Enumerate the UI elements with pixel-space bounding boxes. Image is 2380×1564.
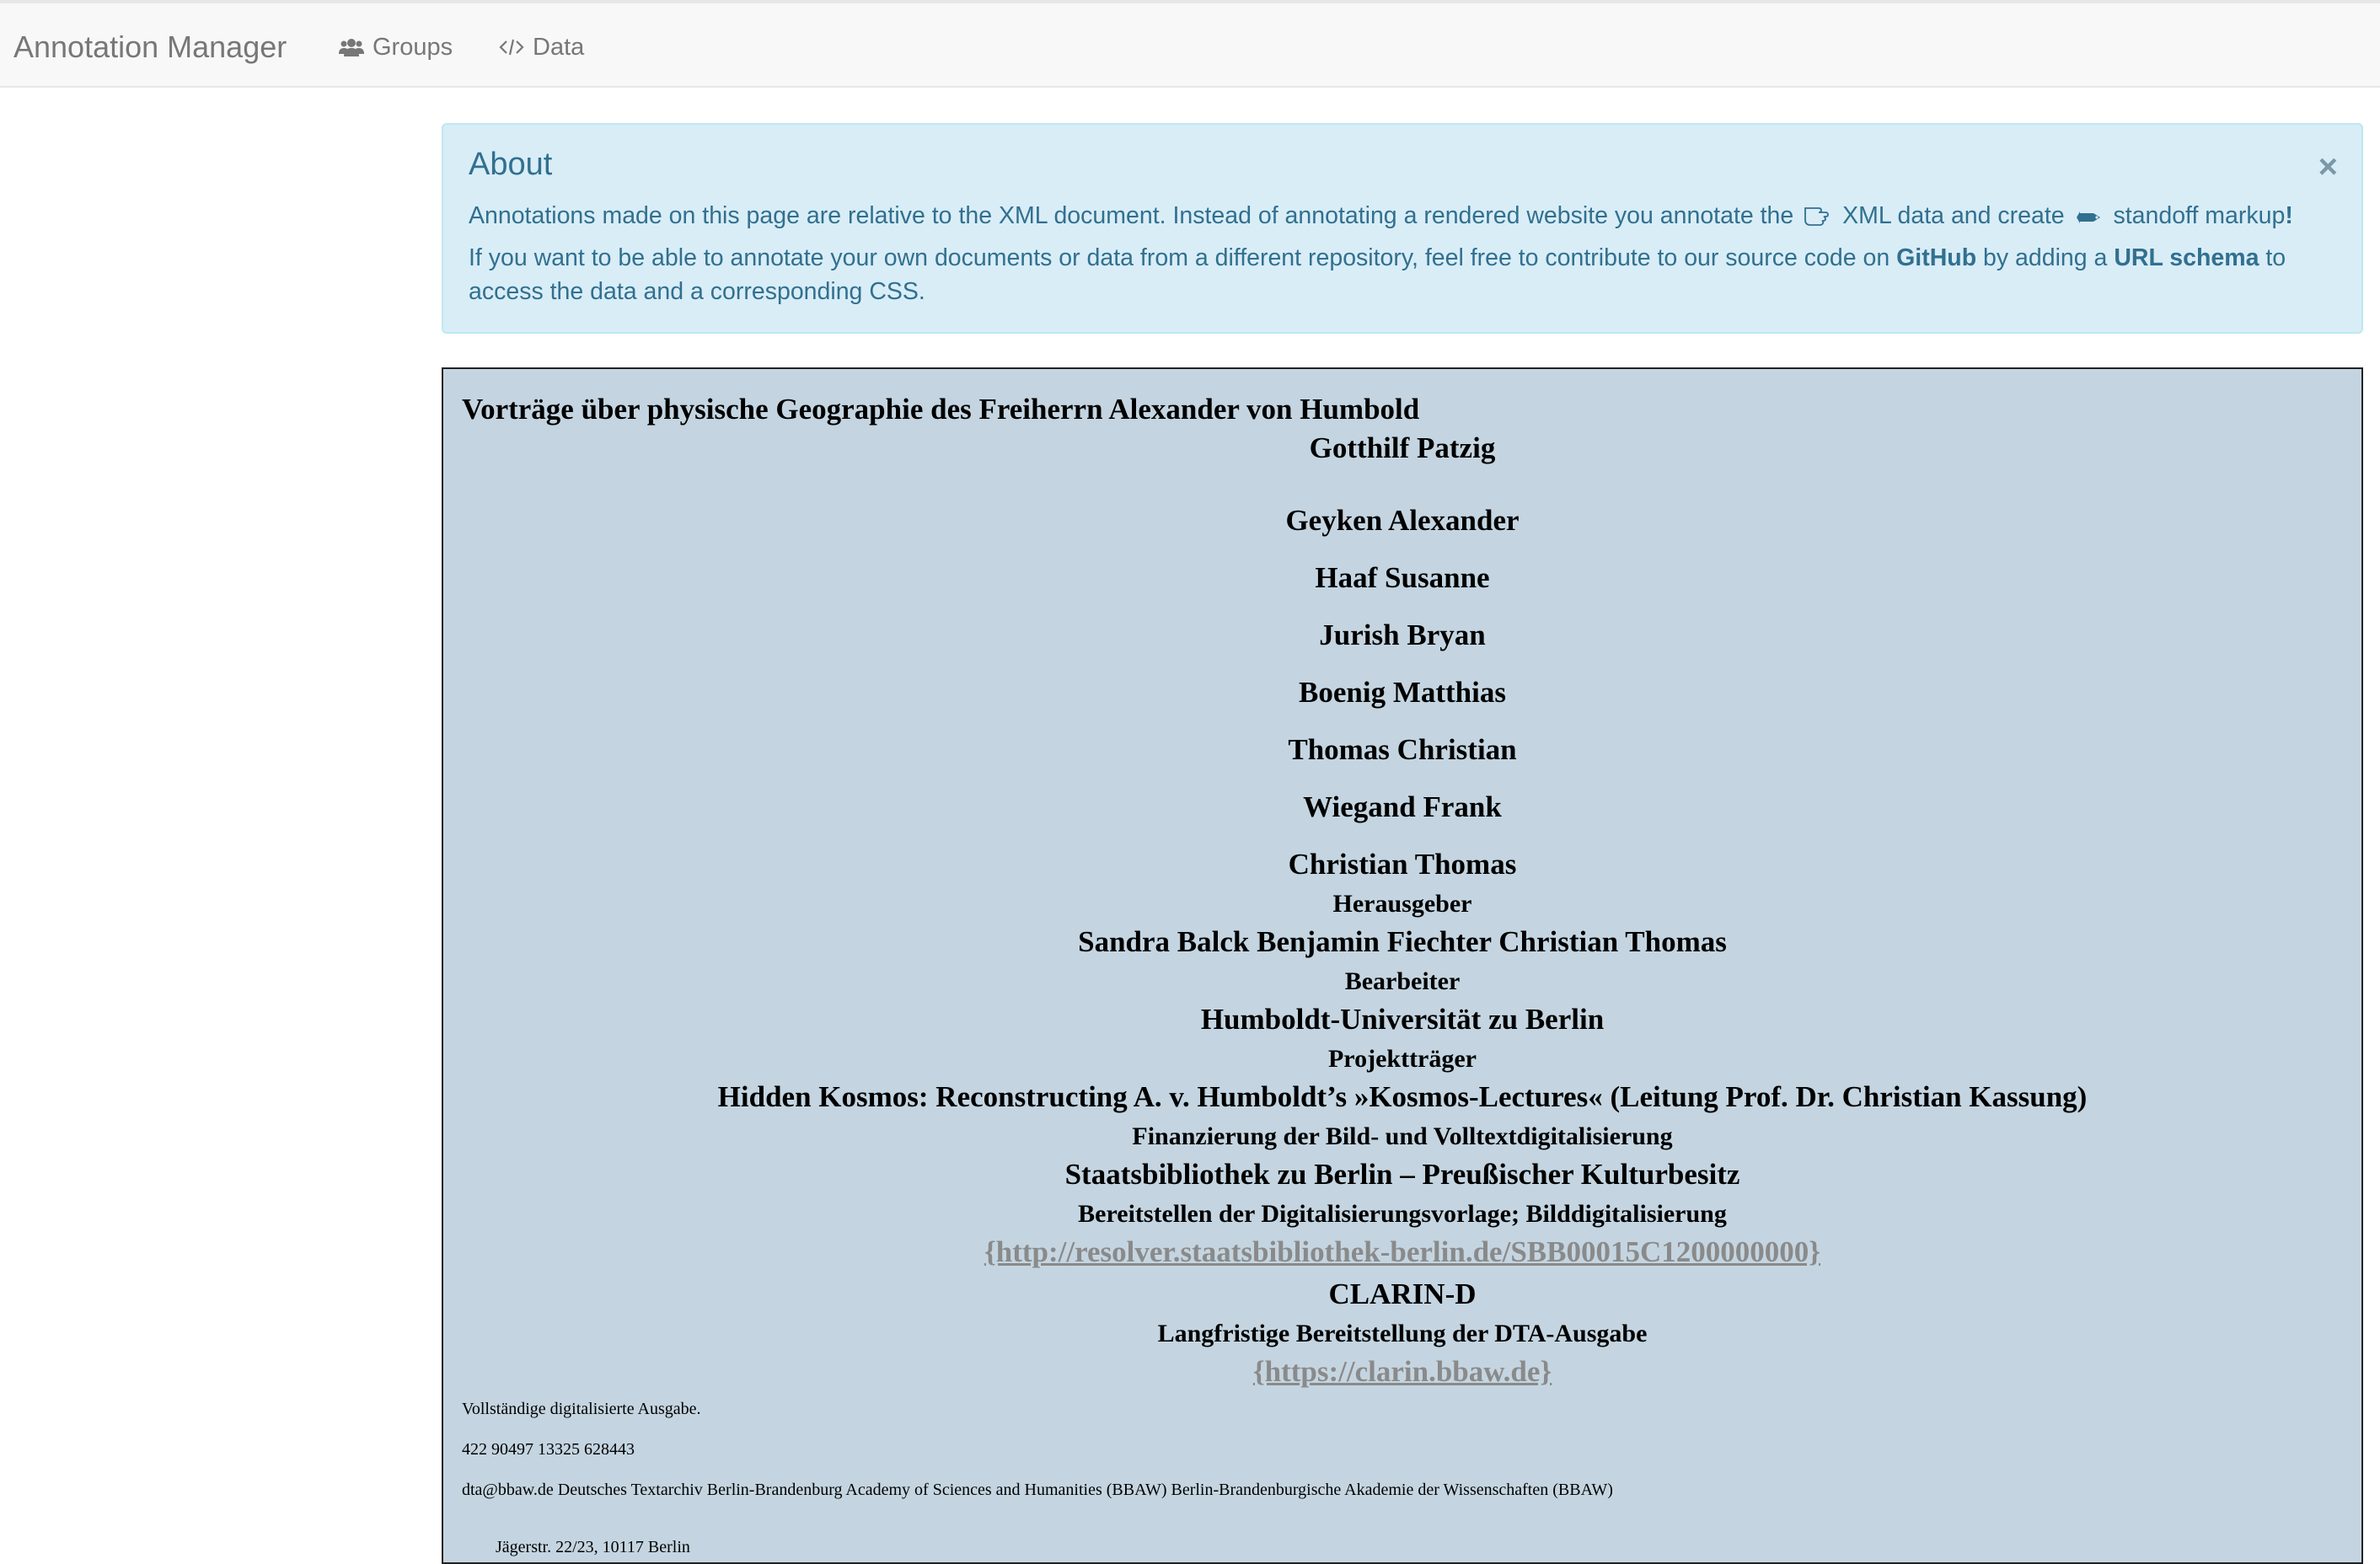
role-label: Projektträger — [1327, 1045, 1477, 1073]
nav-data-label: Data — [533, 34, 585, 61]
editor-name: Jurish Bryan — [1319, 619, 1486, 651]
pen-nib-icon — [2075, 202, 2104, 236]
document-author: Gotthilf Patzig — [1309, 431, 1496, 464]
about-p1-text1: Annotations made on this page are relati… — [469, 202, 1794, 229]
resolver-link-text[interactable]: {http://resolver.staatsbibliothek-berlin… — [984, 1235, 1820, 1268]
document-title: Vorträge über physische Geographie des F… — [462, 393, 1420, 426]
nav-data[interactable]: Data — [499, 29, 584, 66]
clarin-link-text[interactable]: {https://clarin.bbaw.de} — [1253, 1355, 1552, 1388]
about-paragraph-2: If you want to be able to annotate your … — [469, 241, 2328, 308]
project-name: Hidden Kosmos: Reconstructing A. v. Humb… — [717, 1080, 2088, 1113]
editor-name: Boenig Matthias — [1299, 676, 1506, 709]
about-p2-text1: If you want to be able to annotate your … — [469, 244, 1890, 271]
hand-point-icon — [1804, 202, 1832, 236]
role-label: Finanzierung der Bild- und Volltextdigit… — [1132, 1122, 1673, 1150]
users-icon — [339, 36, 364, 58]
role-label: Bearbeiter — [1344, 967, 1461, 995]
about-title: About — [469, 147, 553, 182]
about-p1-exclamation: ! — [2285, 202, 2293, 229]
github-text: GitHub — [1896, 244, 1977, 271]
role-label: Bereitstellen der Digitalisierungsvorlag… — [1078, 1200, 1727, 1228]
nav-groups[interactable]: Groups — [339, 29, 453, 66]
about-paragraph-1: Annotations made on this page are relati… — [469, 199, 2328, 236]
address-line: Jägerstr. 22/23, 10117 Berlin — [496, 1538, 690, 1556]
brand-title[interactable]: Annotation Manager — [13, 24, 287, 71]
close-icon[interactable]: × — [2318, 150, 2338, 184]
editor-name: Thomas Christian — [1288, 733, 1517, 766]
clarin-link[interactable]: {https://clarin.bbaw.de} — [443, 1355, 2361, 1389]
clarin-name: CLARIN-D — [1328, 1277, 1477, 1310]
library-name: Staatsbibliothek zu Berlin – Preußischer… — [1064, 1158, 1740, 1191]
university-name: Humboldt-Universität zu Berlin — [1200, 1003, 1605, 1036]
resolver-link[interactable]: {http://resolver.staatsbibliothek-berlin… — [443, 1235, 2361, 1269]
url-schema-text: URL schema — [2114, 244, 2259, 271]
document-numbers: 422 90497 13325 628443 — [462, 1440, 635, 1459]
xml-document-view[interactable]: Vorträge über physische Geographie des F… — [442, 367, 2363, 1564]
contact-line: dta@bbaw.de Deutsches Textarchiv Berlin-… — [462, 1481, 1613, 1499]
nav-groups-label: Groups — [373, 34, 453, 61]
editor-name: Wiegand Frank — [1303, 790, 1502, 823]
about-p2-text2: by adding a — [1983, 244, 2108, 271]
editor-name: Christian Thomas — [1288, 848, 1517, 881]
edition-note: Vollständige digitalisierte Ausgabe. — [462, 1400, 701, 1418]
role-label: Herausgeber — [1332, 890, 1472, 918]
bearbeiter-names: Sandra Balck Benjamin Fiechter Christian… — [1078, 925, 1727, 958]
role-label: Langfristige Bereitstellung der DTA-Ausg… — [1157, 1320, 1648, 1347]
editor-name: Geyken Alexander — [1285, 504, 1520, 537]
top-navbar: Annotation Manager Groups Data — [0, 0, 2380, 88]
about-p1-text2: XML data and create — [1842, 202, 2065, 229]
about-p1-text3: standoff markup — [2113, 202, 2286, 229]
about-alert: About × Annotations made on this page ar… — [442, 123, 2363, 334]
code-icon — [499, 37, 524, 57]
editor-name: Haaf Susanne — [1315, 561, 1490, 594]
